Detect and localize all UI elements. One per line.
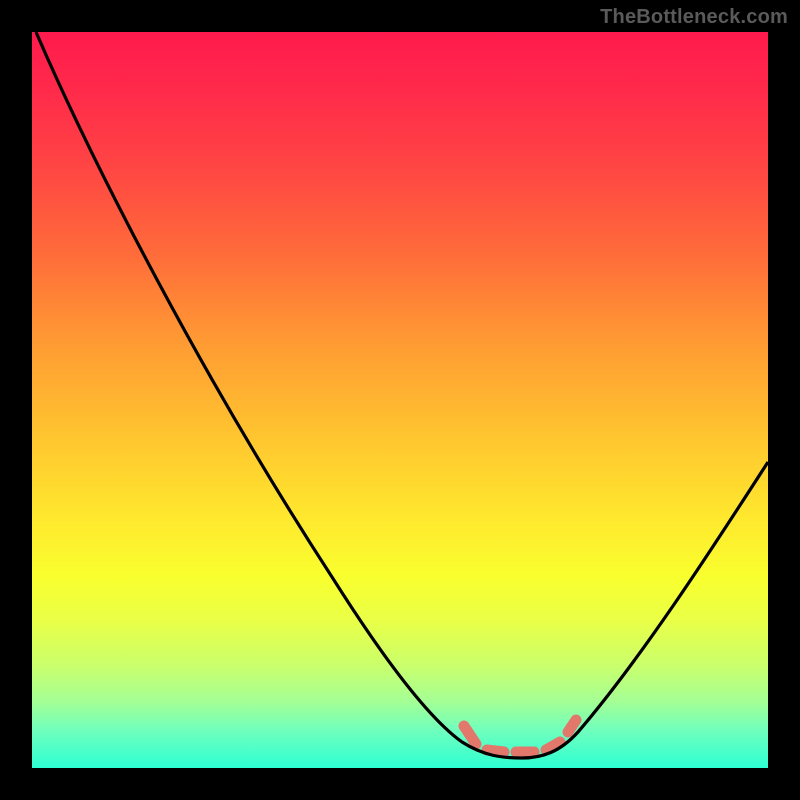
chart-plot-area xyxy=(32,32,768,768)
chart-frame: TheBottleneck.com xyxy=(0,0,800,800)
watermark-text: TheBottleneck.com xyxy=(600,6,788,29)
curve-path xyxy=(36,32,768,758)
